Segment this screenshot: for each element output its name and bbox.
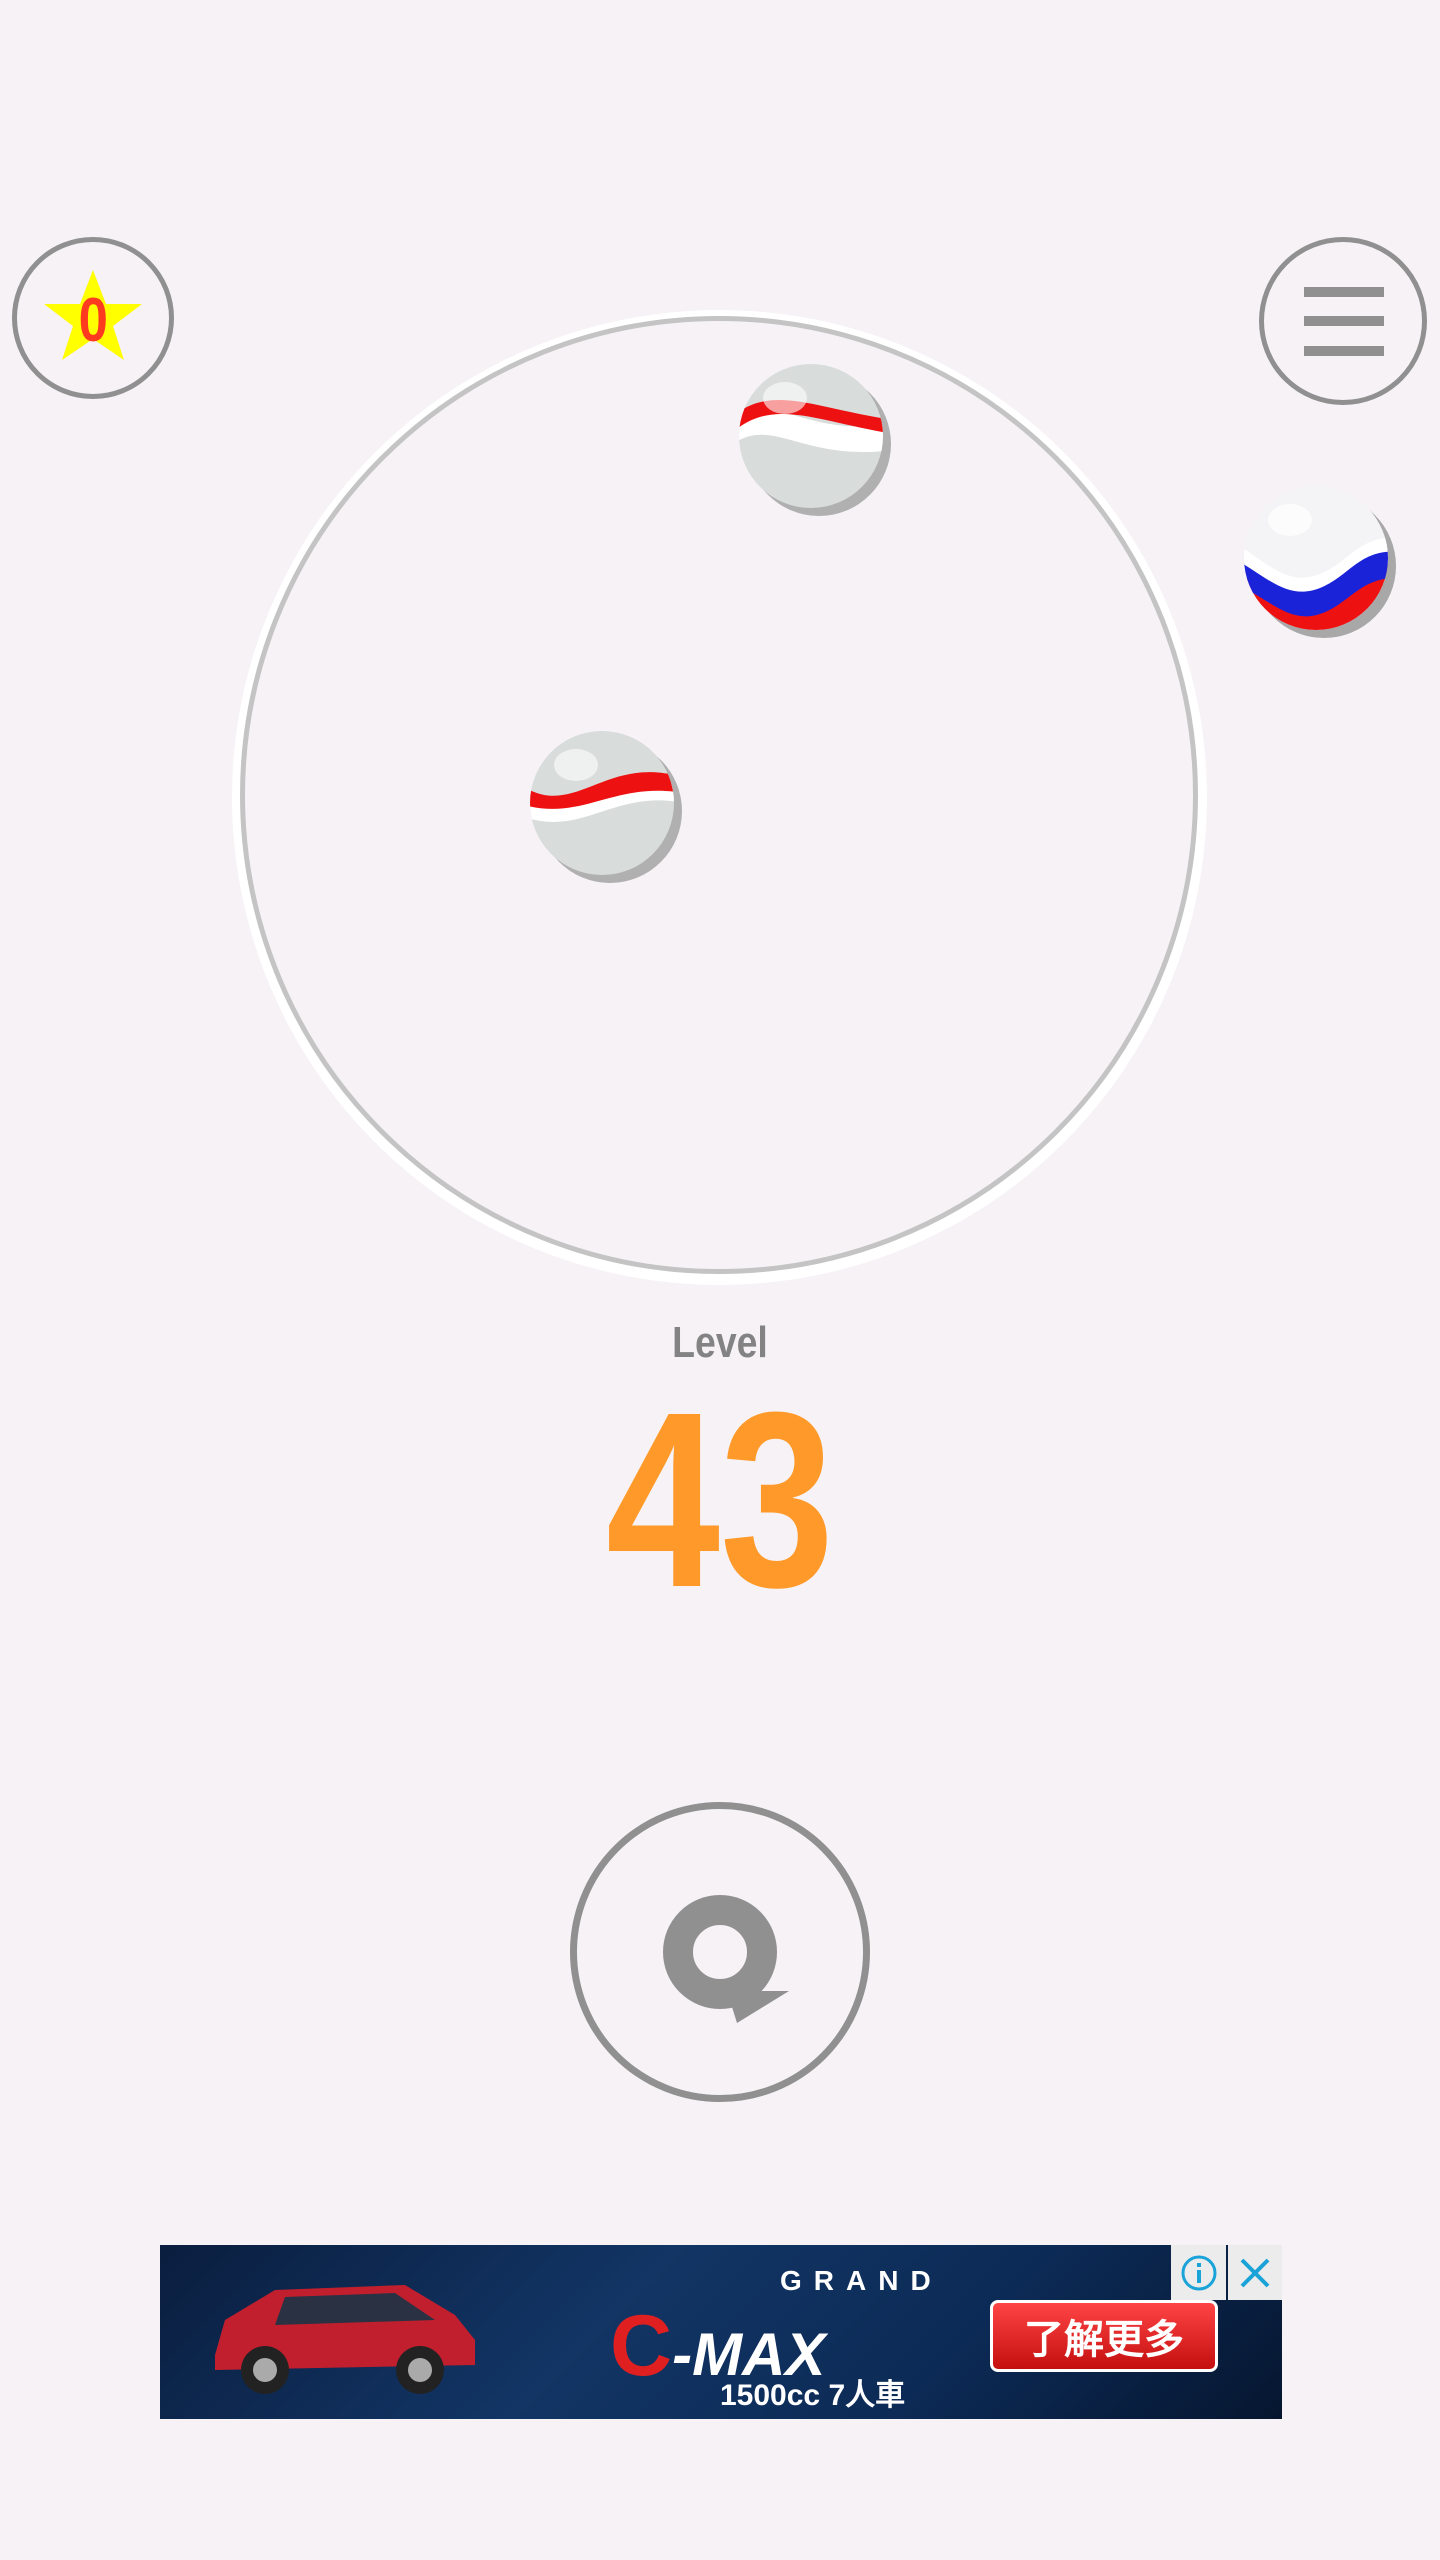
car-image [215,2285,475,2394]
menu-button[interactable] [1259,237,1427,405]
game-board[interactable] [240,316,1198,1274]
info-icon [1181,2255,1216,2290]
close-icon [1240,2258,1270,2287]
restart-icon [663,1895,789,2023]
ad-cta-button[interactable]: 了解更多 [990,2300,1218,2372]
red-striped-ball[interactable] [733,358,893,518]
ad-banner[interactable]: GRAND C-MAX 1500cc 7人車 了解更多 [160,2245,1282,2419]
star-count: 0 [78,286,108,355]
ad-subtitle: 1500cc 7人車 [720,2379,906,2412]
restart-button[interactable] [570,1802,870,2102]
red-striped-ball[interactable] [524,725,684,885]
ad-brand: GRAND [780,2265,943,2296]
star-score-button[interactable]: 0 [12,237,174,399]
ad-info-button[interactable] [1171,2245,1226,2300]
ad-close-button[interactable] [1228,2245,1282,2300]
level-number: 43 [605,1360,835,1639]
tricolor-ball[interactable] [1240,482,1400,642]
